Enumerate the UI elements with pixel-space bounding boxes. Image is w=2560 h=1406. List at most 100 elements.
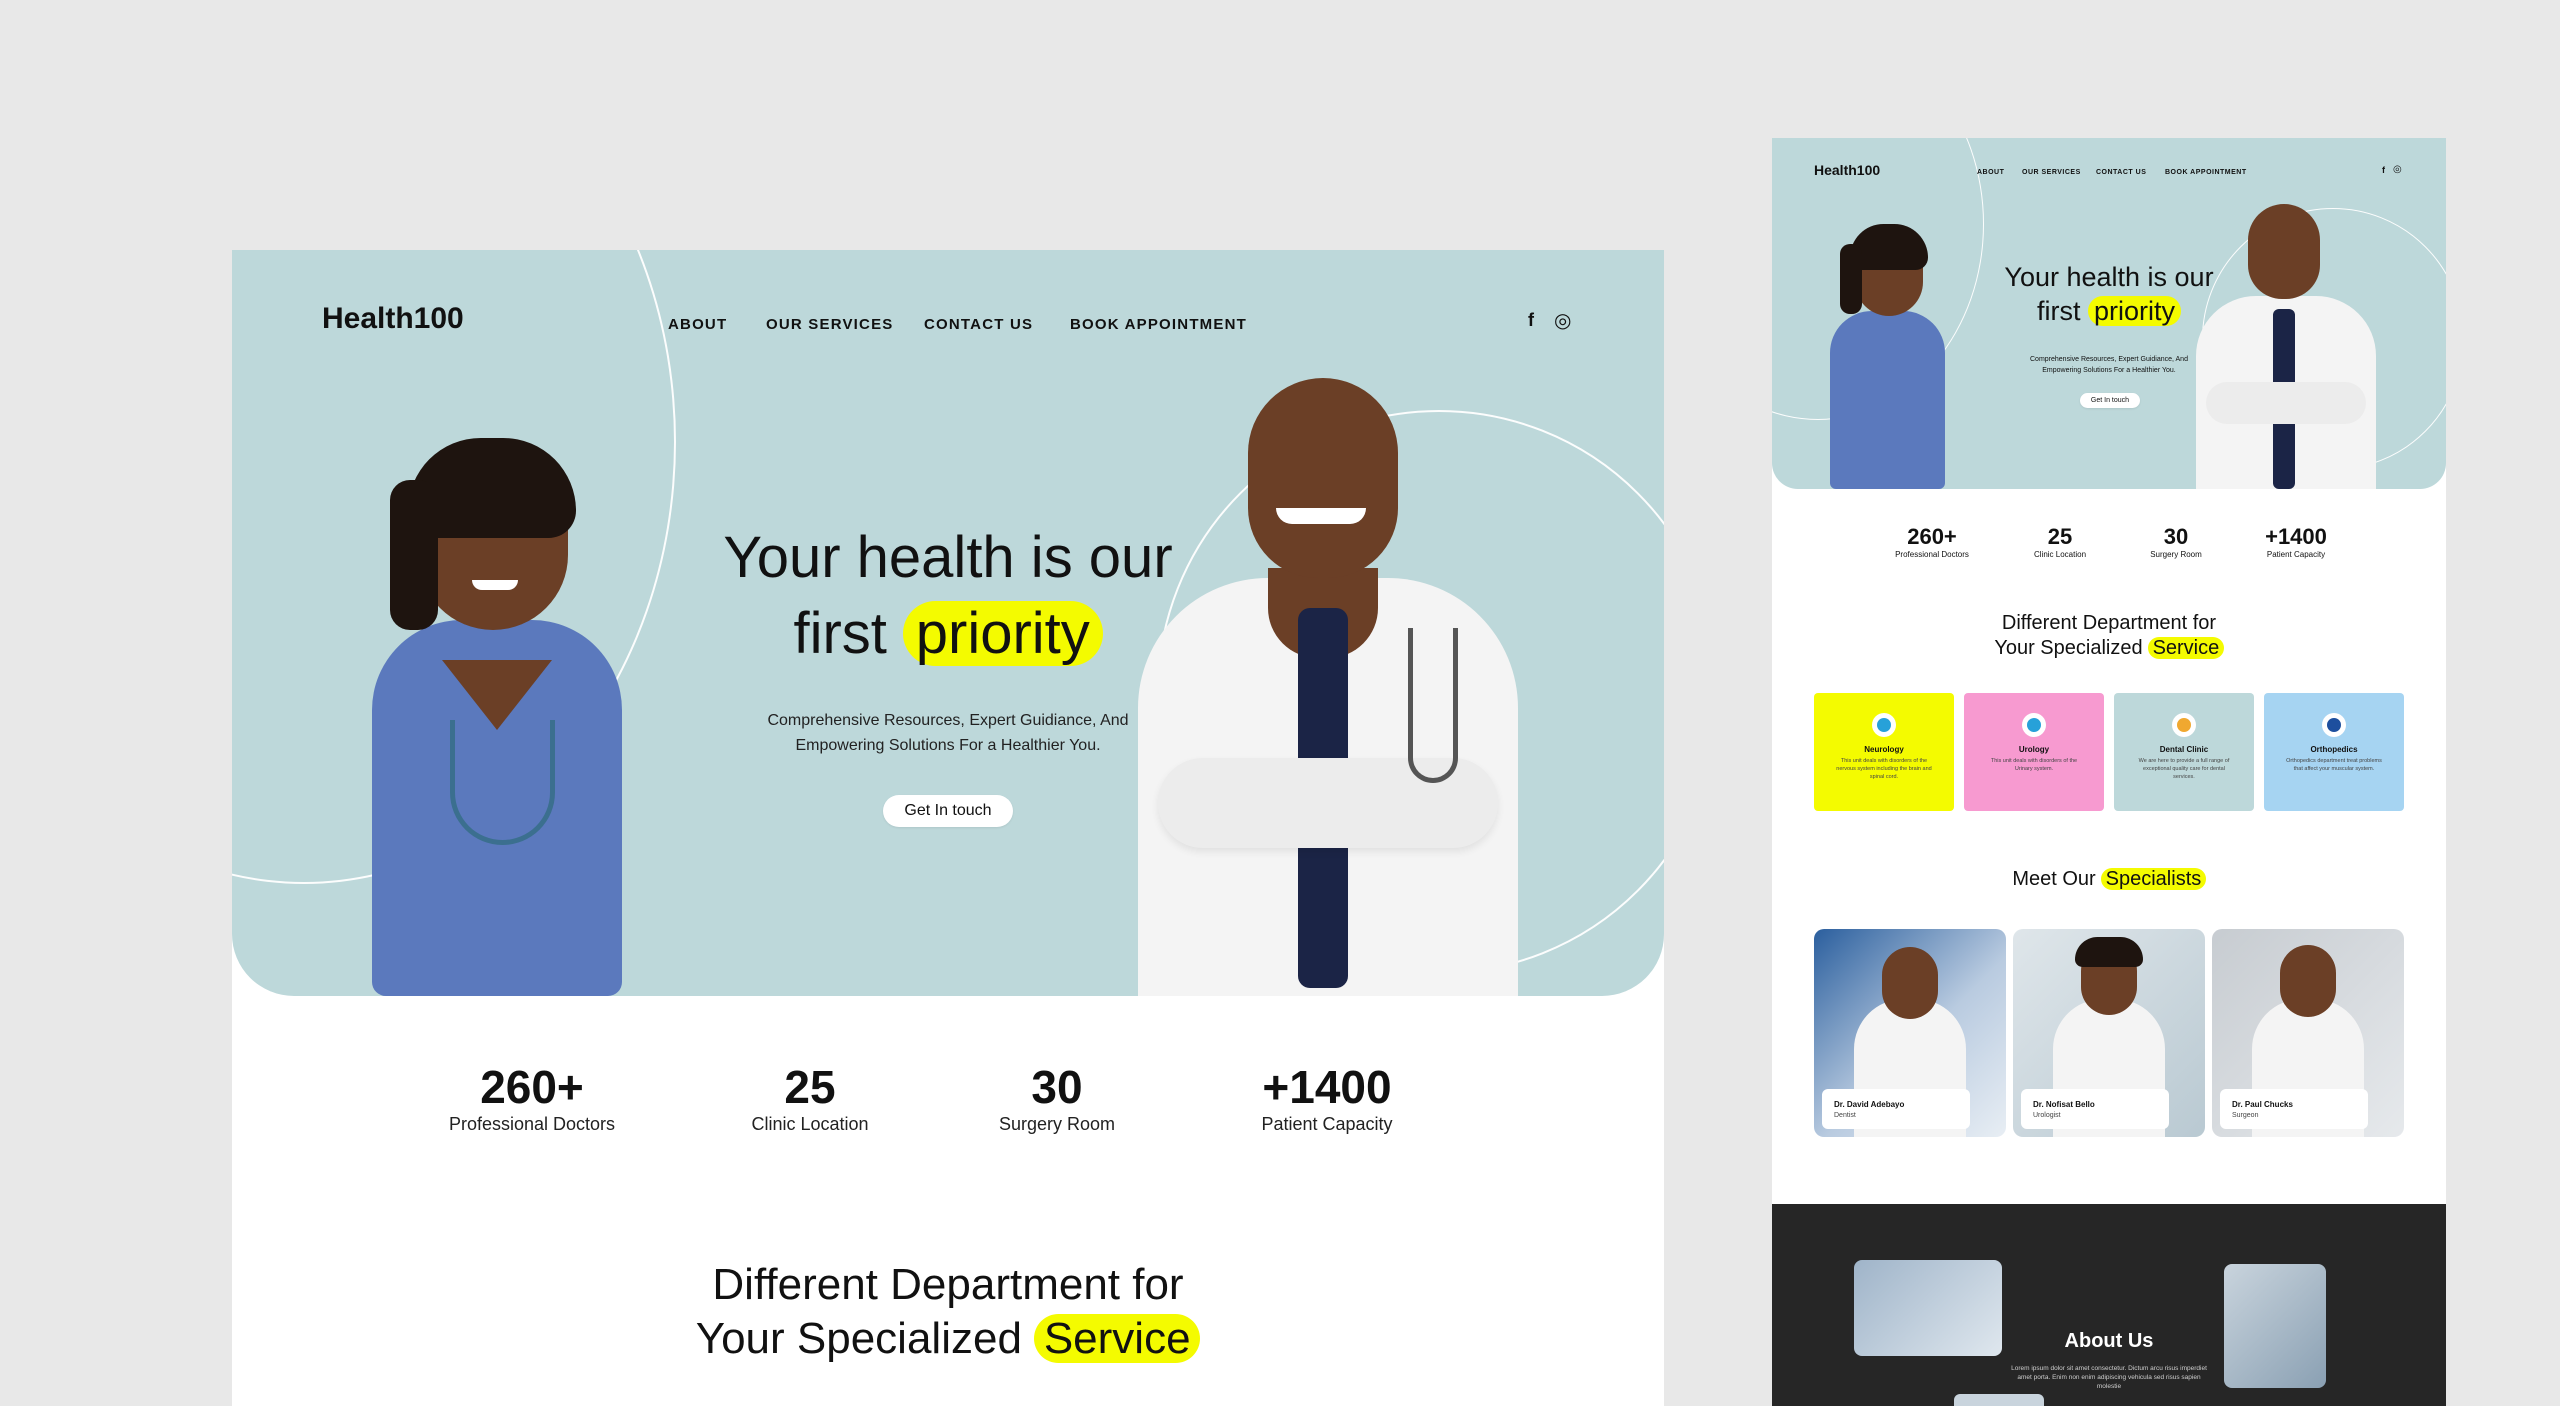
hero-title-line2: first priority	[448, 596, 1448, 672]
preview-doctor-photo	[2196, 204, 2376, 489]
nav-about[interactable]: ABOUT	[668, 316, 727, 333]
stat-label: Professional Doctors	[448, 1114, 616, 1134]
preview-nav-about[interactable]: ABOUT	[1977, 169, 2004, 176]
stats-row: 260+ Professional Doctors 25 Clinic Loca…	[232, 1060, 1664, 1170]
preview-hero-subtitle-line2: Empowering Solutions For a Healthier You…	[2042, 367, 2176, 374]
brand-logo[interactable]: Health100	[322, 302, 464, 336]
full-page-preview-mockup: Health100 ABOUT OUR SERVICES CONTACT US …	[1772, 138, 2446, 1406]
stat-value: 30	[1031, 1061, 1083, 1113]
preview-get-in-touch-button[interactable]: Get In touch	[2080, 393, 2140, 408]
about-title: About Us	[2064, 1330, 2154, 1352]
instagram-icon[interactable]: ◎	[1554, 308, 1571, 333]
stat-label: Clinic Location	[2033, 550, 2087, 559]
about-photo	[2224, 1264, 2326, 1388]
department-description: This unit deals with disorders of the ne…	[1836, 758, 1932, 780]
department-name: Orthopedics	[2310, 745, 2358, 754]
preview-stat-doctors: 260+ Professional Doctors	[1872, 524, 1992, 559]
specialist-name: Dr. Paul Chucks	[2232, 1100, 2293, 1109]
preview-nurse-photo	[1810, 216, 1960, 489]
brain-icon	[1872, 713, 1896, 737]
specialist-card[interactable]: Dr. Nofisat Bello Urologist	[2013, 929, 2205, 1137]
hero-section: Health100 ABOUT OUR SERVICES CONTACT US …	[232, 250, 1664, 996]
preview-hero-title-highlight: priority	[2088, 296, 2181, 326]
specialist-role: Surgeon	[2232, 1112, 2259, 1119]
preview-nav-our-services[interactable]: OUR SERVICES	[2022, 169, 2081, 176]
stat-value: 30	[2163, 524, 2189, 549]
nav-our-services[interactable]: OUR SERVICES	[766, 316, 894, 333]
preview-instagram-icon[interactable]: ◎	[2393, 164, 2402, 175]
specialist-name: Dr. Nofisat Bello	[2033, 1100, 2095, 1109]
hero-subtitle-line1: Comprehensive Resources, Expert Guidianc…	[767, 712, 1129, 729]
preview-hero-title-line1: Your health is our	[2004, 262, 2214, 292]
preview-hero-title-line2: first priority	[1932, 296, 2286, 327]
preview-departments-title-line2: Your Specialized Service	[1772, 637, 2446, 660]
nav-book-appointment[interactable]: BOOK APPOINTMENT	[1070, 316, 1247, 333]
preview-departments-title-highlight: Service	[2148, 637, 2224, 659]
preview-stats-row: 260+ Professional Doctors 25 Clinic Loca…	[1772, 524, 2446, 574]
departments-title-text: Your Specialized	[695, 1314, 1022, 1363]
stat-value: 25	[2047, 524, 2073, 549]
department-card-dental-clinic[interactable]: Dental Clinic We are here to provide a f…	[2114, 693, 2254, 811]
stat-value: 25	[784, 1061, 836, 1113]
department-name: Dental Clinic	[2159, 745, 2209, 754]
stat-value: +1400	[1262, 1061, 1392, 1113]
stat-label: Surgery Room	[2150, 550, 2202, 559]
stat-locations: 25 Clinic Location	[710, 1060, 910, 1135]
department-description: This unit deals with disorders of the Ur…	[1990, 758, 2078, 772]
preview-nav-contact-us[interactable]: CONTACT US	[2096, 169, 2146, 176]
department-description: Orthopedics department treat problems th…	[2286, 758, 2382, 772]
stat-value: 260+	[1907, 524, 1957, 549]
kidney-icon	[2022, 713, 2046, 737]
departments-title-line2: Your Specialized Service	[448, 1312, 1448, 1366]
preview-brand-logo[interactable]: Health100	[1814, 162, 1880, 178]
tooth-icon	[2172, 713, 2196, 737]
preview-departments-title-text: Your Specialized	[1994, 637, 2143, 659]
preview-hero-title-word: first	[2037, 296, 2081, 326]
preview-departments-title-line1: Different Department for	[2001, 612, 2217, 634]
desktop-landing-mockup: Health100 ABOUT OUR SERVICES CONTACT US …	[232, 250, 1664, 1406]
hero-title-highlight: priority	[903, 601, 1103, 666]
hero-subtitle-line2: Empowering Solutions For a Healthier You…	[795, 737, 1101, 754]
department-card-neurology[interactable]: Neurology This unit deals with disorders…	[1814, 693, 1954, 811]
stat-label: Surgery Room	[998, 1114, 1116, 1134]
facebook-icon[interactable]: f	[1528, 310, 1534, 331]
stat-doctors: 260+ Professional Doctors	[432, 1060, 632, 1135]
hero-title-line1: Your health is our	[723, 525, 1173, 590]
preview-stat-surgery-rooms: 30 Surgery Room	[2116, 524, 2236, 559]
department-card-orthopedics[interactable]: Orthopedics Orthopedics department treat…	[2264, 693, 2404, 811]
specialist-card[interactable]: Dr. David Adebayo Dentist	[1814, 929, 2006, 1137]
departments-title-highlight: Service	[1034, 1314, 1201, 1363]
department-name: Neurology	[1864, 745, 1904, 754]
about-section: About Us Lorem ipsum dolor sit amet cons…	[1772, 1204, 2446, 1406]
get-in-touch-button[interactable]: Get In touch	[883, 795, 1013, 827]
specialist-info: Dr. Paul Chucks Surgeon	[2220, 1089, 2368, 1129]
department-name: Urology	[2018, 745, 2050, 754]
specialist-role: Urologist	[2033, 1112, 2061, 1119]
stat-label: Professional Doctors	[1895, 550, 1969, 559]
department-card-urology[interactable]: Urology This unit deals with disorders o…	[1964, 693, 2104, 811]
stat-label: Patient Capacity	[2266, 550, 2326, 559]
preview-specialists-title: Meet Our Specialists	[1772, 868, 2446, 891]
specialists-title-text: Meet Our	[2012, 868, 2096, 890]
preview-hero-subtitle-line1: Comprehensive Resources, Expert Guidianc…	[2030, 356, 2188, 363]
specialist-name: Dr. David Adebayo	[1834, 1100, 1905, 1109]
nav-contact-us[interactable]: CONTACT US	[924, 316, 1033, 333]
specialist-card[interactable]: Dr. Paul Chucks Surgeon	[2212, 929, 2404, 1137]
stat-value: +1400	[2265, 524, 2327, 549]
department-description: We are here to provide a full range of e…	[2138, 758, 2230, 780]
preview-facebook-icon[interactable]: f	[2382, 165, 2385, 175]
departments-title-line1: Different Department for	[712, 1260, 1184, 1309]
about-text: Lorem ipsum dolor sit amet consectetur. …	[2011, 1365, 2207, 1390]
preview-stat-locations: 25 Clinic Location	[2000, 524, 2120, 559]
stat-label: Patient Capacity	[1261, 1114, 1393, 1134]
preview-stat-patient-capacity: +1400 Patient Capacity	[2236, 524, 2356, 559]
stat-label: Clinic Location	[751, 1114, 869, 1134]
specialists-title-highlight: Specialists	[2101, 868, 2206, 890]
preview-hero-section: Health100 ABOUT OUR SERVICES CONTACT US …	[1772, 138, 2446, 489]
hero-title-word: first	[793, 601, 887, 666]
specialist-info: Dr. David Adebayo Dentist	[1822, 1089, 1970, 1129]
stat-patient-capacity: +1400 Patient Capacity	[1217, 1060, 1437, 1135]
doctor-photo	[1138, 378, 1518, 996]
specialist-info: Dr. Nofisat Bello Urologist	[2021, 1089, 2169, 1129]
preview-nav-book-appointment[interactable]: BOOK APPOINTMENT	[2165, 169, 2247, 176]
